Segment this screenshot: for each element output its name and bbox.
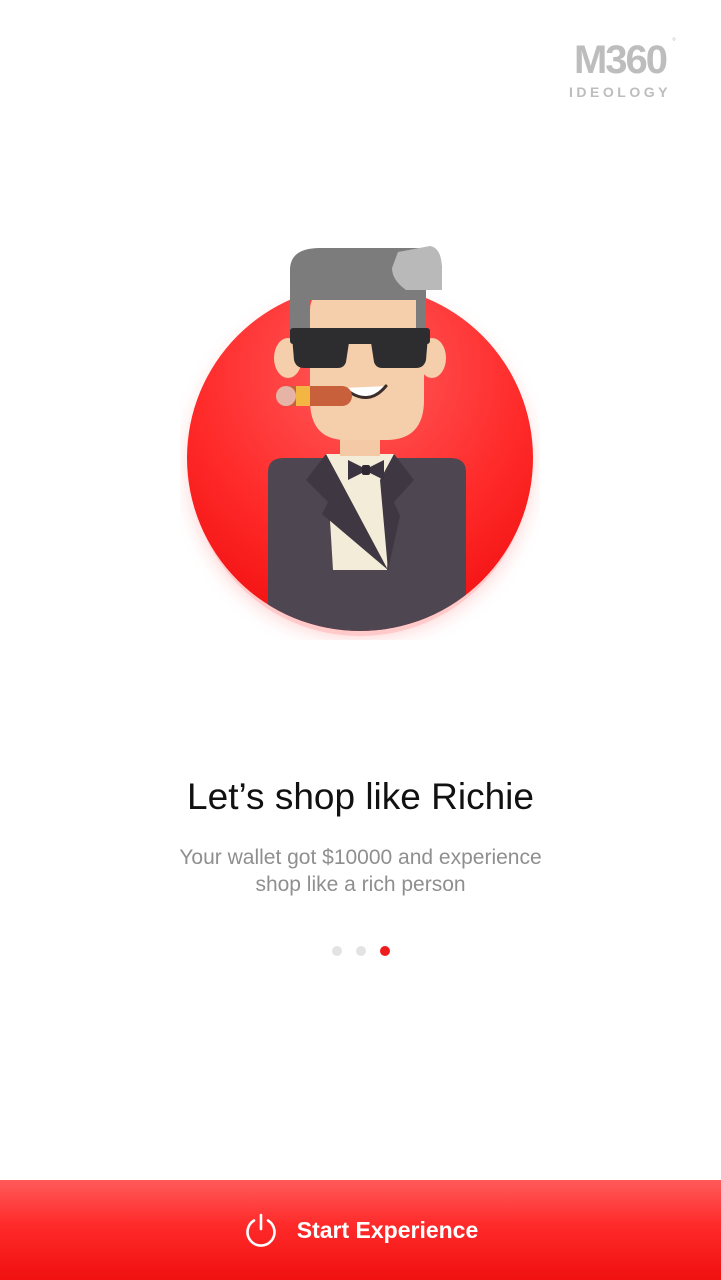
page-indicator-dot-1[interactable] bbox=[331, 946, 342, 956]
rich-man-avatar-icon bbox=[187, 246, 533, 636]
brand-logo: M360 ° IDEOLOGY bbox=[559, 38, 681, 101]
start-experience-label: Start Experience bbox=[296, 1217, 479, 1243]
page-indicator-dot-2[interactable] bbox=[355, 946, 366, 956]
brand-logo-sub: IDEOLOGY bbox=[569, 84, 671, 100]
onboarding-subtitle: Your wallet got $10000 and experience sh… bbox=[179, 846, 542, 896]
power-icon bbox=[246, 1213, 276, 1247]
sunglasses-icon bbox=[292, 336, 350, 368]
page-indicator bbox=[0, 946, 721, 956]
rich-man-illustration bbox=[180, 240, 540, 640]
brand-logo-registered: ° bbox=[672, 37, 677, 48]
start-experience-button[interactable]: Start Experience bbox=[0, 1180, 721, 1280]
brand-logo-mark: M360 ° bbox=[573, 38, 676, 83]
page-indicator-dot-3-active[interactable] bbox=[379, 946, 390, 956]
brand-logo-mark-text: M360 bbox=[573, 38, 668, 82]
onboarding-title: Let’s shop like Richie bbox=[187, 776, 534, 817]
